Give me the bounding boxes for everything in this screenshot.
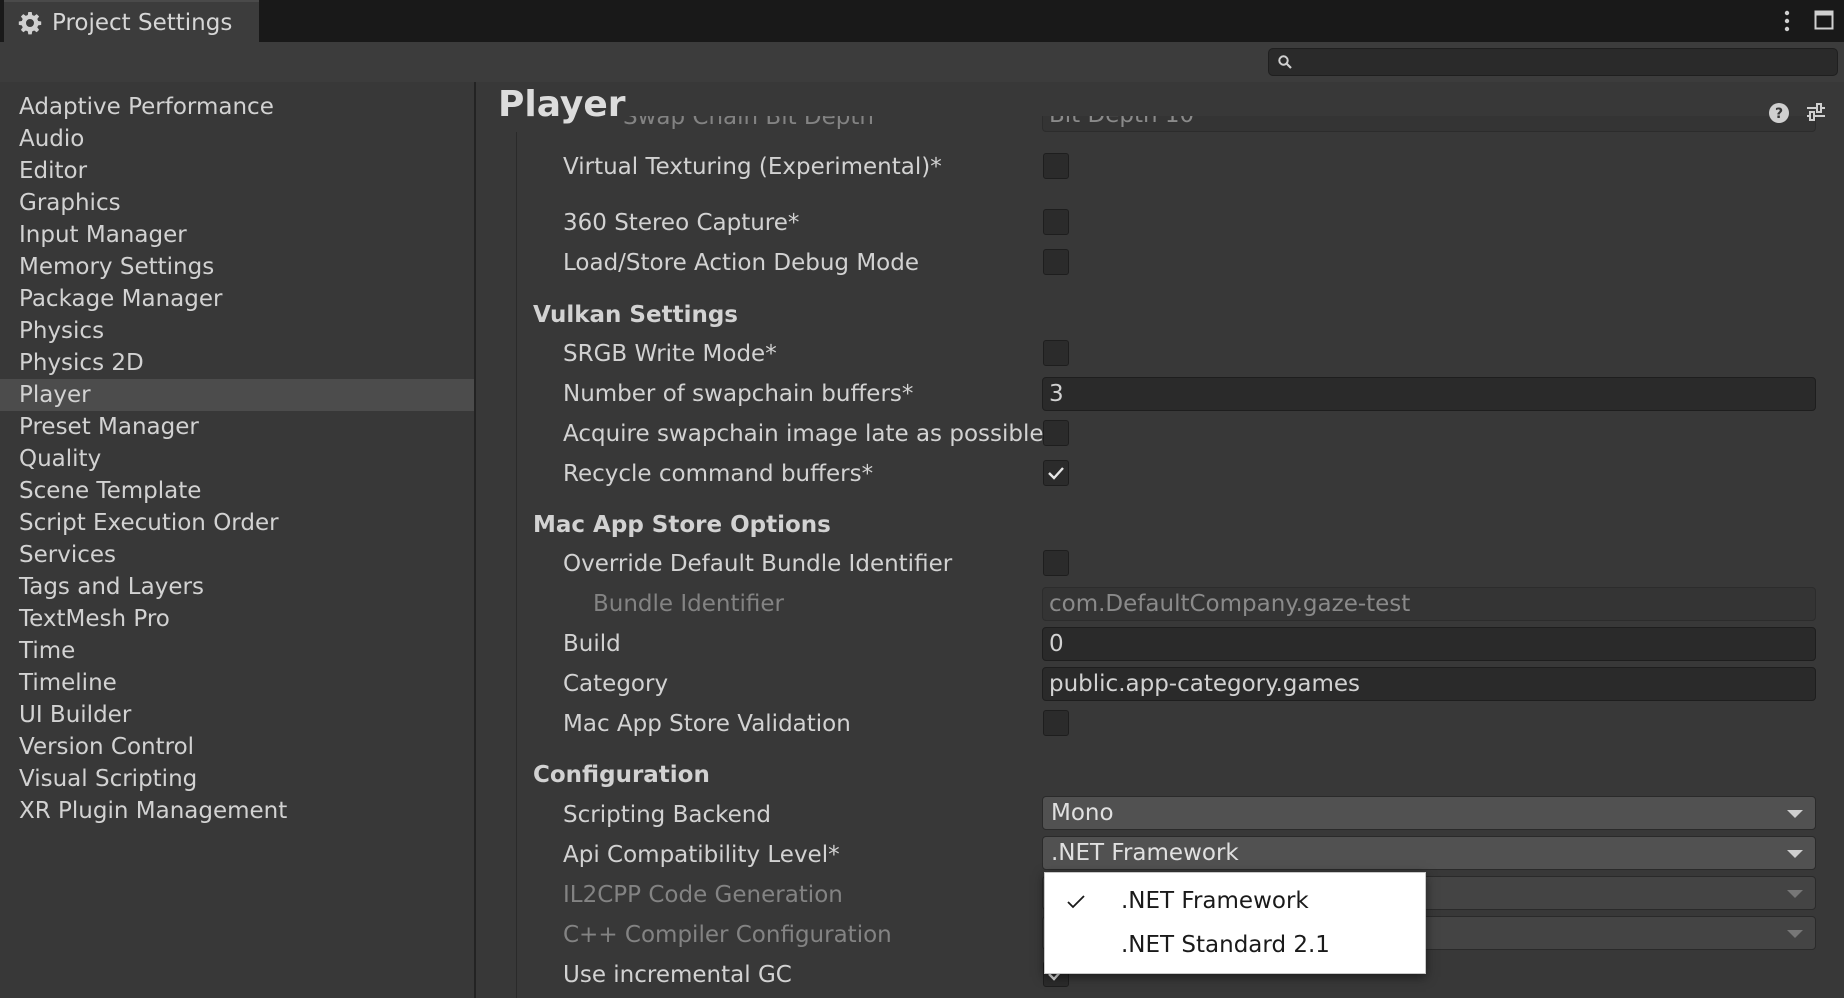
sidebar-item-tags-and-layers[interactable]: Tags and Layers — [0, 571, 474, 603]
srgb-write-mode-label: SRGB Write Mode* — [563, 341, 777, 367]
sidebar-item-script-execution-order[interactable]: Script Execution Order — [0, 507, 474, 539]
scripting-backend-dropdown[interactable]: Mono — [1042, 796, 1816, 830]
sidebar-item-time[interactable]: Time — [0, 635, 474, 667]
checkmark-icon — [1067, 895, 1085, 909]
maximize-icon[interactable] — [1814, 10, 1834, 30]
svg-text:?: ? — [1775, 106, 1783, 122]
acquire-late-checkbox[interactable] — [1043, 420, 1069, 446]
chevron-down-icon — [1787, 810, 1803, 818]
build-label: Build — [563, 631, 621, 657]
sidebar-item-ui-builder[interactable]: UI Builder — [0, 699, 474, 731]
page-title: Player — [498, 84, 626, 125]
title-bar — [0, 0, 1844, 42]
configuration-header[interactable]: Configuration — [533, 762, 710, 788]
load-store-debug-label: Load/Store Action Debug Mode — [563, 250, 919, 276]
recycle-buffers-checkbox[interactable] — [1043, 460, 1069, 486]
category-field[interactable]: public.app-category.games — [1042, 667, 1816, 701]
srgb-write-mode-checkbox[interactable] — [1043, 340, 1069, 366]
sidebar-item-graphics[interactable]: Graphics — [0, 187, 474, 219]
sidebar-item-scene-template[interactable]: Scene Template — [0, 475, 474, 507]
mac-app-store-header[interactable]: Mac App Store Options — [533, 512, 831, 538]
api-level-value: .NET Framework — [1051, 840, 1239, 866]
api-level-label: Api Compatibility Level* — [563, 842, 840, 868]
sidebar-item-input-manager[interactable]: Input Manager — [0, 219, 474, 251]
sidebar-item-editor[interactable]: Editor — [0, 155, 474, 187]
chevron-down-icon — [1787, 930, 1803, 938]
preset-settings-icon[interactable] — [1804, 100, 1828, 124]
sidebar-item-services[interactable]: Services — [0, 539, 474, 571]
popup-option-net-standard[interactable]: .NET Standard 2.1 — [1045, 923, 1425, 967]
acquire-late-label: Acquire swapchain image late as possible… — [563, 421, 1056, 447]
gear-icon — [18, 12, 42, 35]
sidebar-item-physics-2d[interactable]: Physics 2D — [0, 347, 474, 379]
sidebar-item-package-manager[interactable]: Package Manager — [0, 283, 474, 315]
mas-validation-label: Mac App Store Validation — [563, 711, 851, 737]
api-level-dropdown[interactable]: .NET Framework — [1042, 836, 1816, 870]
build-field[interactable]: 0 — [1042, 627, 1816, 661]
sidebar-item-version-control[interactable]: Version Control — [0, 731, 474, 763]
override-bundle-checkbox[interactable] — [1043, 550, 1069, 576]
override-bundle-label: Override Default Bundle Identifier — [563, 551, 953, 577]
sidebar-item-timeline[interactable]: Timeline — [0, 667, 474, 699]
cut-off-row: Swap Chain Bit Depth Bit Depth 10 — [476, 116, 1844, 132]
virtual-texturing-checkbox[interactable] — [1043, 153, 1069, 179]
cpp-compiler-label: C++ Compiler Configuration — [563, 922, 892, 948]
window-tab[interactable]: Project Settings — [4, 0, 259, 42]
checkmark-icon — [1048, 467, 1064, 480]
category-label: Category — [563, 671, 669, 697]
chevron-down-icon — [1787, 850, 1803, 858]
popup-option-label: .NET Standard 2.1 — [1121, 932, 1330, 958]
sidebar-item-quality[interactable]: Quality — [0, 443, 474, 475]
bundle-identifier-field: com.DefaultCompany.gaze-test — [1042, 587, 1816, 621]
chevron-down-icon — [1787, 890, 1803, 898]
search-input[interactable] — [1268, 48, 1838, 76]
stereo-capture-label: 360 Stereo Capture* — [563, 210, 800, 236]
incremental-gc-label: Use incremental GC — [563, 962, 792, 988]
group-indent-line — [516, 132, 517, 998]
scripting-backend-value: Mono — [1051, 800, 1114, 826]
sidebar-item-audio[interactable]: Audio — [0, 123, 474, 155]
sidebar-item-player[interactable]: Player — [0, 379, 474, 411]
virtual-texturing-label: Virtual Texturing (Experimental)* — [563, 154, 942, 180]
vulkan-settings-header[interactable]: Vulkan Settings — [533, 302, 738, 328]
popup-option-label: .NET Framework — [1121, 888, 1309, 914]
search-icon — [1278, 55, 1292, 69]
stereo-capture-checkbox[interactable] — [1043, 209, 1069, 235]
sidebar: Adaptive Performance Audio Editor Graphi… — [0, 82, 476, 998]
sidebar-item-physics[interactable]: Physics — [0, 315, 474, 347]
recycle-buffers-label: Recycle command buffers* — [563, 461, 874, 487]
bundle-identifier-label: Bundle Identifier — [593, 591, 784, 617]
sidebar-item-visual-scripting[interactable]: Visual Scripting — [0, 763, 474, 795]
il2cpp-codegen-label: IL2CPP Code Generation — [563, 882, 843, 908]
sidebar-item-textmesh-pro[interactable]: TextMesh Pro — [0, 603, 474, 635]
sidebar-item-xr-plugin-management[interactable]: XR Plugin Management — [0, 795, 474, 827]
swap-chain-bit-depth-field[interactable]: Bit Depth 10 — [1042, 116, 1816, 132]
popup-option-net-framework[interactable]: .NET Framework — [1045, 879, 1425, 923]
api-level-popup-menu: .NET Framework .NET Standard 2.1 — [1044, 872, 1426, 974]
mas-validation-checkbox[interactable] — [1043, 710, 1069, 736]
help-icon[interactable]: ? — [1768, 102, 1790, 124]
sidebar-item-memory-settings[interactable]: Memory Settings — [0, 251, 474, 283]
scripting-backend-label: Scripting Backend — [563, 802, 771, 828]
load-store-debug-checkbox[interactable] — [1043, 249, 1069, 275]
sidebar-item-adaptive-performance[interactable]: Adaptive Performance — [0, 91, 474, 123]
swapchain-buffers-field[interactable]: 3 — [1042, 377, 1816, 411]
window-title: Project Settings — [52, 10, 233, 36]
sidebar-item-preset-manager[interactable]: Preset Manager — [0, 411, 474, 443]
swapchain-buffers-label: Number of swapchain buffers* — [563, 381, 914, 407]
swap-chain-bit-depth-label: Swap Chain Bit Depth — [623, 116, 874, 130]
more-options-icon[interactable] — [1780, 8, 1794, 34]
